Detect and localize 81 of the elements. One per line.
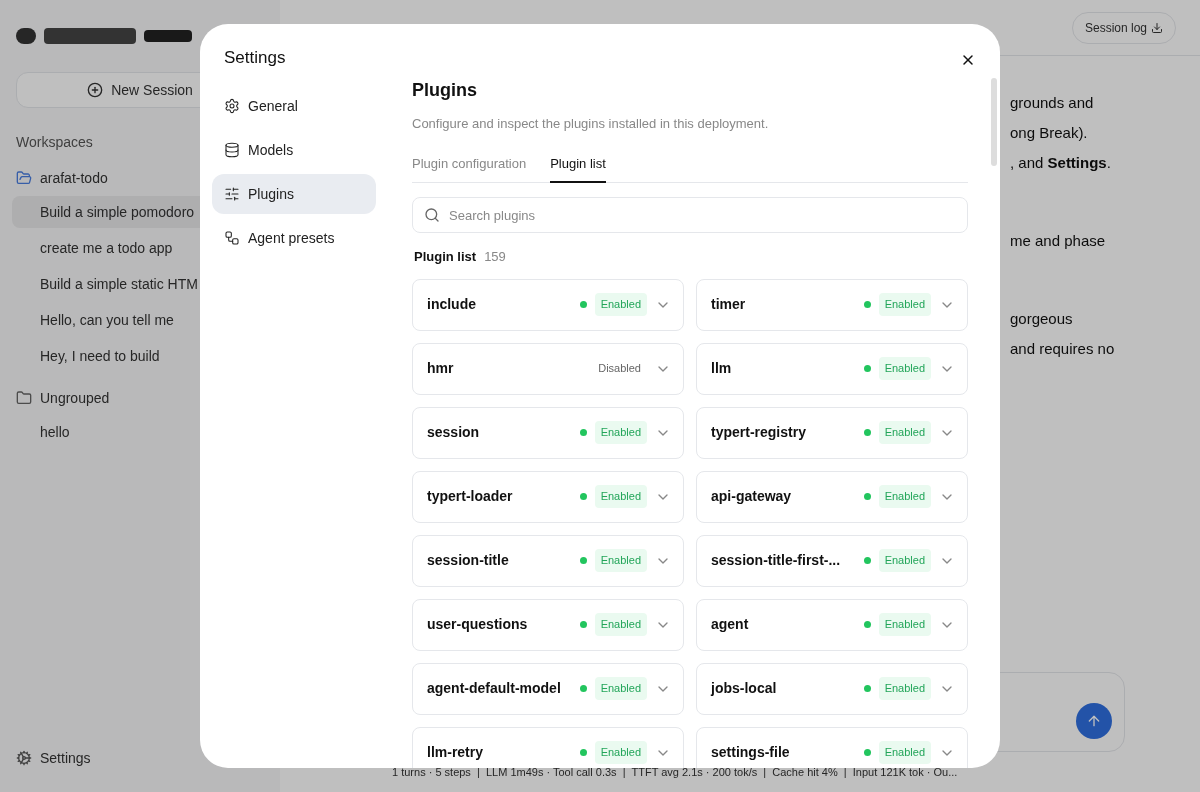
plugin-name: settings-file (711, 743, 791, 762)
settings-link[interactable]: Settings (40, 748, 91, 768)
plugin-name: session (427, 423, 481, 442)
plugin-card[interactable]: timer Enabled (696, 278, 968, 331)
section-description: Configure and inspect the plugins installed in this deployment. (412, 115, 770, 133)
plugin-card[interactable]: user-questions Enabled (412, 598, 684, 651)
folder-icon (16, 170, 32, 186)
tab[interactable]: Plugin configuration (412, 153, 527, 183)
plugin-name: agent (711, 615, 750, 634)
plugin-card[interactable]: agent-default-model Enabled (412, 662, 684, 715)
status-badge: Enabled (594, 613, 647, 636)
plugin-name: jobs-local (711, 679, 778, 698)
plugin-name: llm-retry (427, 743, 485, 762)
message-text: me and phase (1010, 231, 1107, 251)
nav-item[interactable]: Plugins (212, 174, 376, 214)
plugin-card[interactable]: llm-retry Enabled (412, 726, 684, 768)
plugin-card[interactable]: agent Enabled (696, 598, 968, 651)
status-badge: Enabled (878, 613, 931, 636)
plugin-card[interactable]: api-gateway Enabled (696, 470, 968, 523)
status-badge: Enabled (878, 677, 931, 700)
tab[interactable]: Plugin list (550, 153, 606, 183)
plugin-card[interactable]: hmr Disabled (412, 342, 684, 395)
workspaces-label: Workspaces (16, 133, 93, 152)
plugin-name: typert-registry (711, 423, 807, 442)
plugin-name: typert-loader (427, 487, 514, 506)
plugin-name: session-title (427, 551, 510, 570)
plugin-card[interactable]: settings-file Enabled (696, 726, 968, 768)
folder-icon (16, 390, 32, 406)
plugin-name: llm (711, 359, 733, 378)
send-button[interactable] (1076, 703, 1112, 739)
settings-icon (16, 750, 32, 766)
status-badge: Enabled (594, 421, 647, 444)
plugin-name: session-title-first-... (711, 551, 842, 570)
plugin-card[interactable]: session Enabled (412, 406, 684, 459)
plugin-card[interactable]: session-title-first-... Enabled (696, 534, 968, 587)
status-badge: Enabled (878, 485, 931, 508)
workspace-name[interactable]: Ungrouped (40, 388, 110, 408)
plus-icon (87, 82, 104, 98)
gear-icon (224, 98, 240, 114)
status-badge: Enabled (878, 549, 931, 572)
status-badge: Enabled (878, 421, 931, 444)
plugin-name: timer (711, 295, 747, 314)
close-icon (960, 52, 976, 68)
plugin-count: 159 (484, 248, 506, 266)
status-badge: Enabled (594, 741, 647, 764)
status-badge: Enabled (594, 485, 647, 508)
status-badge: Enabled (594, 549, 647, 572)
search-icon (424, 207, 440, 223)
plugin-card[interactable]: typert-registry Enabled (696, 406, 968, 459)
plugin-name: hmr (427, 359, 455, 378)
message-text: grounds and (1010, 93, 1095, 113)
list-label: Plugin list (414, 248, 477, 266)
nodes-icon (224, 230, 240, 246)
section-heading: Plugins (412, 79, 478, 102)
search-field[interactable]: Search plugins (412, 197, 968, 233)
message-text: gorgeous (1010, 309, 1074, 329)
status-badge: Enabled (878, 293, 931, 316)
plugin-name: api-gateway (711, 487, 793, 506)
message-text: , and Settings. (1010, 153, 1112, 173)
plugin-name: agent-default-model (427, 679, 562, 698)
status-badge: Enabled (594, 293, 647, 316)
plugin-card[interactable]: llm Enabled (696, 342, 968, 395)
workspace-name[interactable]: arafat-todo (40, 168, 108, 188)
version-badge (144, 30, 192, 42)
message-text: and requires no (1010, 339, 1116, 359)
database-icon (224, 142, 240, 158)
status-text: Disabled (597, 361, 642, 377)
plugin-card[interactable]: typert-loader Enabled (412, 470, 684, 523)
nav-item[interactable]: Models (212, 130, 376, 170)
sliders-icon (224, 186, 240, 202)
plugin-card[interactable]: session-title Enabled (412, 534, 684, 587)
dialog-title: Settings (223, 48, 287, 68)
plugin-name: user-questions (427, 615, 529, 634)
download-icon (1151, 21, 1163, 34)
plugin-card[interactable]: include Enabled (412, 278, 684, 331)
plugin-card[interactable]: jobs-local Enabled (696, 662, 968, 715)
status-badge: Enabled (878, 357, 931, 380)
plugin-name: include (427, 295, 477, 314)
status-badge: Enabled (878, 741, 931, 764)
message-text: ong Break). (1010, 123, 1089, 143)
status-badge: Enabled (594, 677, 647, 700)
